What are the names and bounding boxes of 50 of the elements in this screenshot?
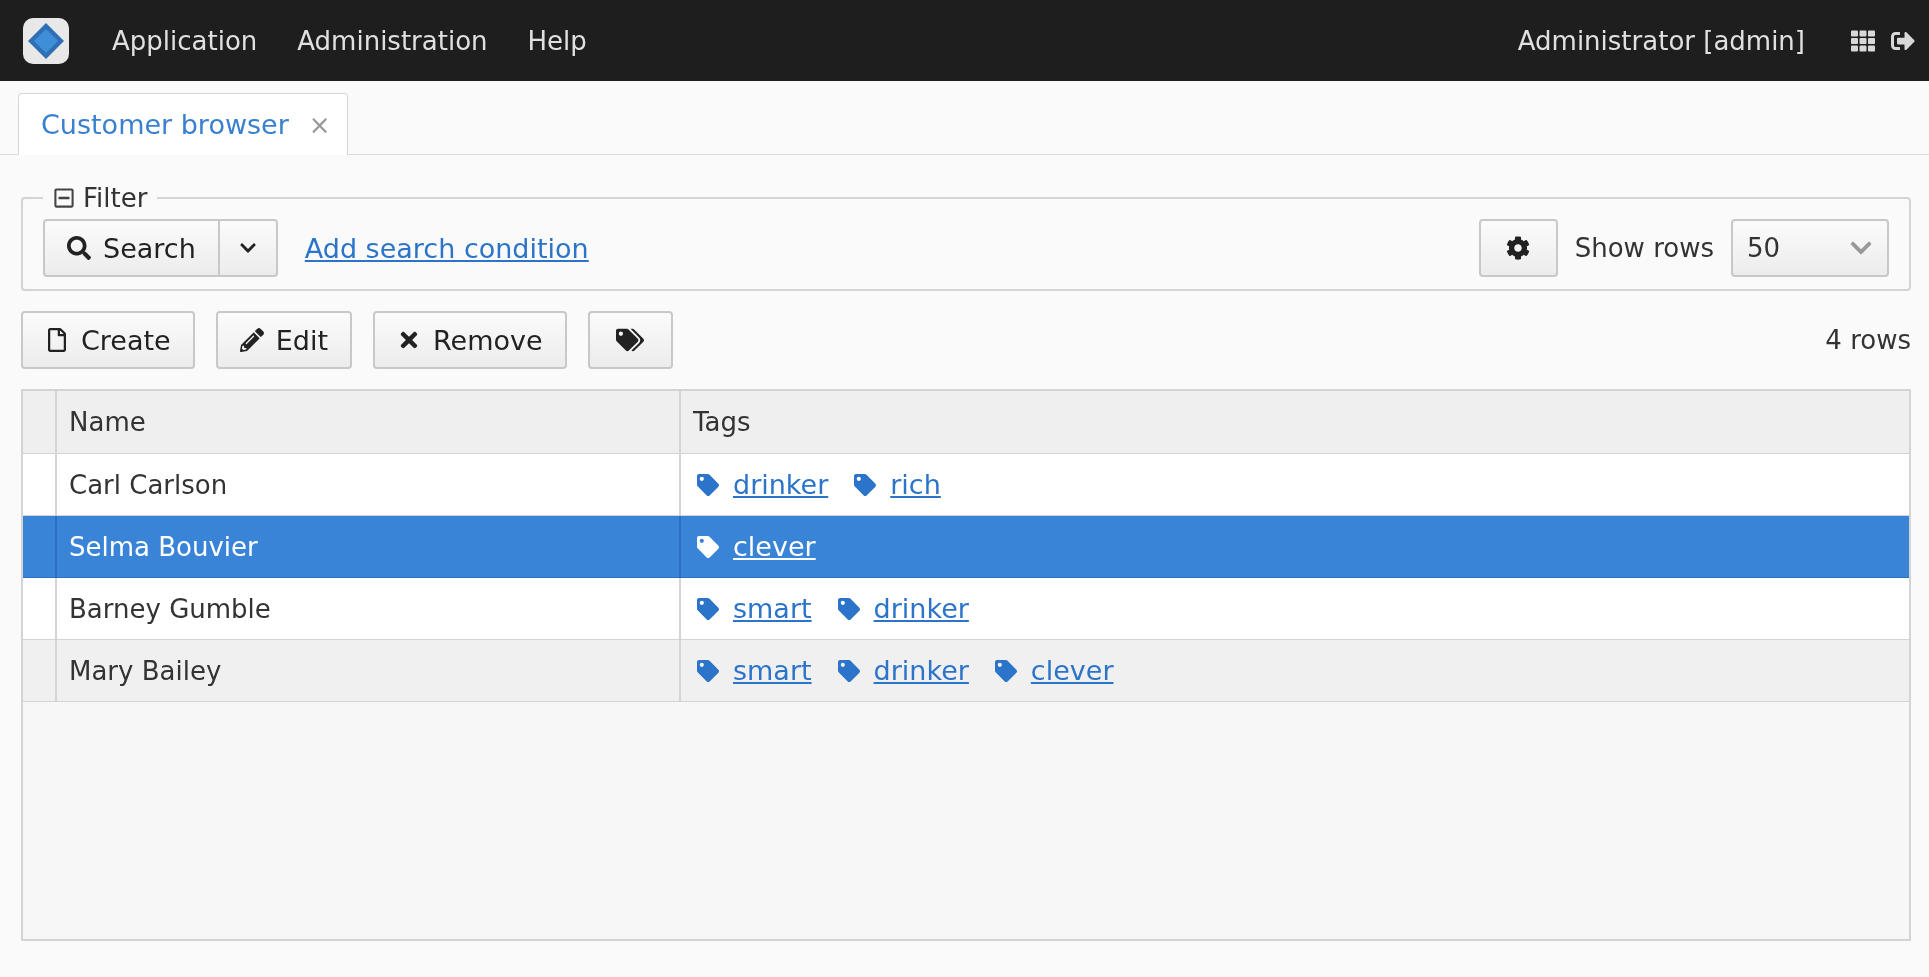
tag-link[interactable]: clever xyxy=(994,655,1114,686)
menu-item[interactable]: Administration xyxy=(297,25,488,56)
tags-icon xyxy=(616,326,645,354)
add-condition-link[interactable]: Add search condition xyxy=(304,232,589,264)
menu-item[interactable]: Application xyxy=(112,25,258,56)
name-cell: Mary Bailey xyxy=(69,655,222,686)
table-row[interactable]: Mary Bailey smart drinker clever xyxy=(23,640,1909,702)
tag-link[interactable]: smart xyxy=(697,655,812,686)
tag-link[interactable]: drinker xyxy=(837,655,969,686)
table-row[interactable]: Barney Gumble smart drinker xyxy=(23,578,1909,640)
search-icon xyxy=(67,236,91,260)
row-count: 4 rows xyxy=(1825,325,1911,355)
column-header[interactable]: Tags xyxy=(693,407,751,437)
search-button[interactable]: Search xyxy=(43,219,220,277)
tab[interactable]: Customer browser × xyxy=(18,93,348,155)
tag-icon xyxy=(697,535,719,558)
tag-icon xyxy=(697,597,719,620)
app-logo xyxy=(22,16,70,65)
filter-legend: Filter xyxy=(83,183,148,213)
user-name: Administrator [admin] xyxy=(1517,25,1805,56)
tag-icon xyxy=(854,473,877,496)
remove-button[interactable]: Remove xyxy=(373,311,567,369)
file-icon xyxy=(45,328,69,352)
table-row[interactable]: Selma Bouvier clever xyxy=(23,516,1909,578)
grid-icon[interactable] xyxy=(1851,28,1875,53)
name-cell: Barney Gumble xyxy=(69,593,271,624)
table-row[interactable]: Carl Carlson drinker rich xyxy=(23,454,1909,516)
tags-button[interactable] xyxy=(587,311,673,369)
tag-link[interactable]: rich xyxy=(854,469,941,500)
show-rows-label: Show rows xyxy=(1574,233,1714,263)
column-header[interactable]: Name xyxy=(69,407,146,437)
tag-link[interactable]: drinker xyxy=(837,593,969,624)
tag-icon xyxy=(697,659,719,682)
tag-icon xyxy=(837,597,860,620)
name-cell: Carl Carlson xyxy=(69,469,228,500)
settings-button[interactable] xyxy=(1478,219,1558,277)
create-button[interactable]: Create xyxy=(21,311,195,369)
tag-link[interactable]: clever xyxy=(697,531,816,562)
tag-icon xyxy=(697,473,719,496)
name-cell: Selma Bouvier xyxy=(69,531,258,562)
settings-icon xyxy=(1506,236,1531,260)
pencil-icon xyxy=(239,328,264,352)
tag-link[interactable]: drinker xyxy=(697,469,829,500)
tag-icon xyxy=(837,659,860,682)
menu-item[interactable]: Help xyxy=(527,25,587,56)
tag-icon xyxy=(994,659,1017,682)
edit-button[interactable]: Edit xyxy=(215,311,352,369)
rows-select[interactable]: 50 xyxy=(1731,219,1889,277)
collapse-icon[interactable] xyxy=(53,187,75,209)
tag-link[interactable]: smart xyxy=(697,593,812,624)
